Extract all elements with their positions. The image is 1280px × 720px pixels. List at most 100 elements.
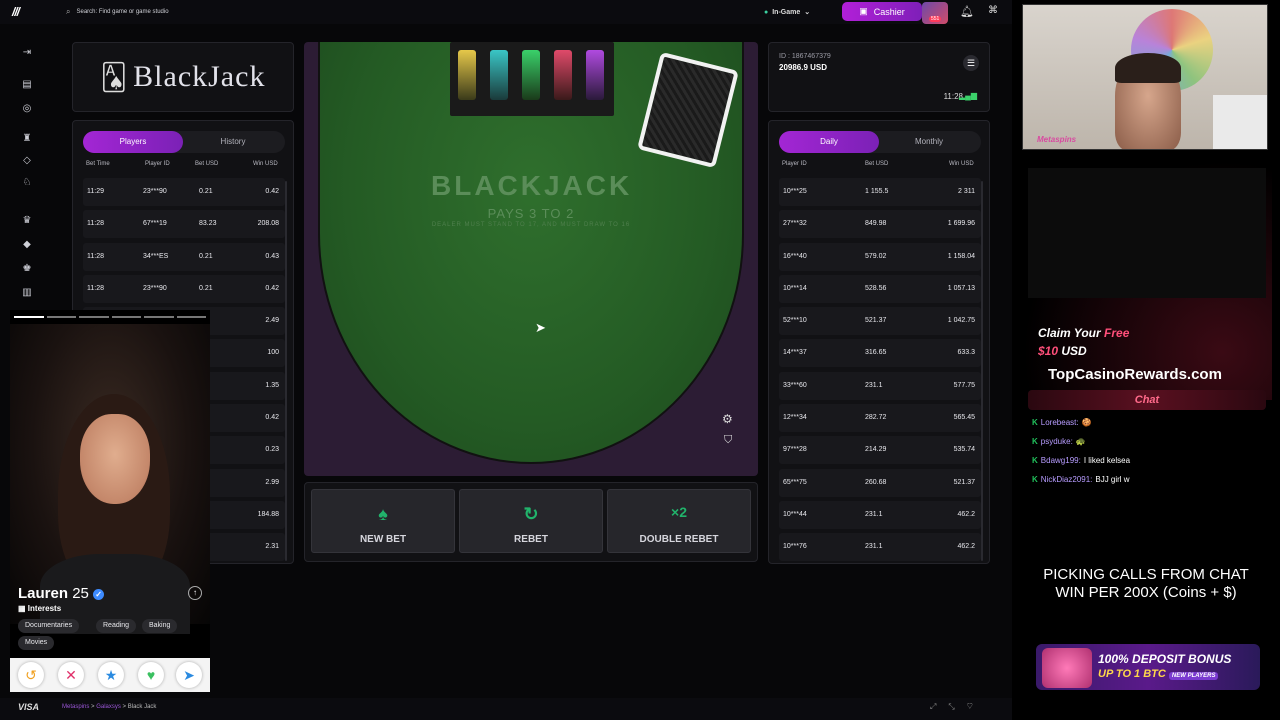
table-row[interactable]: 12***34 282.72 565.45	[779, 404, 981, 433]
cell-player-id: 10***14	[783, 284, 807, 292]
cell-bet-time: 11:29	[87, 188, 104, 195]
table-row[interactable]: 27***32 849.98 1 699.96	[779, 210, 981, 239]
table-header: Player ID Bet USD Win USD	[779, 161, 981, 171]
visa-logo: VISA	[18, 702, 40, 712]
table-row[interactable]: 16***40 579.02 1 158.04	[779, 242, 981, 271]
profile-name: Lauren 25 ✓	[18, 585, 105, 602]
promo-site: TopCasinoRewards.com	[1048, 366, 1222, 383]
cell-player-id: 12***34	[783, 414, 807, 422]
stats-icon[interactable]: ▥	[20, 286, 34, 300]
shield-icon[interactable]: ⛉	[724, 434, 732, 447]
leaderboard-rows: 10***25 1 155.5 2 311 27***32 849.98 1 699.96…	[779, 178, 981, 566]
cell-win-usd: 462.2	[957, 543, 975, 551]
rewind-icon[interactable]: ↺	[18, 662, 44, 688]
footer-icons[interactable]: ⤢⤡♡	[930, 702, 985, 712]
tab-players[interactable]: Players	[83, 131, 183, 153]
sidebar: ⇥ ▤ ◎ ♜ ◇ ♘ ♛ ◆ ♚ ▥	[14, 40, 40, 310]
callout-line-1: PICKING CALLS FROM CHAT	[1043, 566, 1249, 583]
gift-icon[interactable]: ⌘	[988, 5, 998, 16]
breadcrumb-item[interactable]: Galaxsys	[96, 704, 121, 710]
table-row[interactable]: 33***60 231.1 577.75	[779, 371, 981, 400]
superlike-icon[interactable]: ★	[98, 662, 124, 688]
cell-win-usd: 1.35	[265, 381, 279, 389]
expand-up-icon[interactable]: ↑	[188, 586, 202, 600]
players-tabs: Players History	[83, 131, 285, 153]
table-row[interactable]: 97***28 214.29 535.74	[779, 436, 981, 465]
table-row[interactable]: 10***25 1 155.5 2 311	[779, 178, 981, 206]
kick-icon: K	[1032, 475, 1038, 484]
casino-icon[interactable]: ▤	[20, 78, 34, 92]
site-logo[interactable]: ///	[12, 5, 40, 19]
tab-monthly[interactable]: Monthly	[879, 131, 979, 153]
promo-amount: $10	[1038, 344, 1059, 358]
table-row[interactable]: 10***14 528.56 1 057.13	[779, 274, 981, 303]
scrollbar[interactable]	[285, 181, 287, 561]
table-row[interactable]: 11:28 34***ES 0.21 0.43	[83, 242, 285, 271]
chip-stack	[522, 50, 540, 100]
stream-callout: PICKING CALLS FROM CHAT WIN PER 200X (Co…	[1020, 566, 1272, 602]
tab-daily[interactable]: Daily	[779, 131, 879, 153]
live-icon[interactable]: ◇	[20, 154, 34, 168]
period-tabs: Daily Monthly	[779, 131, 981, 153]
cell-win-usd: 1 057.13	[947, 284, 975, 292]
cell-player-id: 33***60	[783, 381, 807, 389]
promo-icon[interactable]: ◆	[20, 238, 34, 252]
cell-win-usd: 1 699.96	[947, 220, 975, 228]
webcam-feed: Metaspins	[1022, 4, 1268, 150]
rebet-icon: ↻	[523, 504, 539, 524]
like-icon[interactable]: ♥	[138, 662, 164, 688]
swipe-actions: ↺ ✕ ★ ♥ ➤	[10, 658, 210, 692]
breadcrumb-item[interactable]: Metaspins	[62, 704, 89, 710]
cell-win-usd: 521.37	[953, 478, 975, 486]
table-row[interactable]: 65***75 260.68 521.37	[779, 468, 981, 497]
bell-icon[interactable]: 🔔︎	[960, 5, 974, 18]
blackjack-table: BLACKJACK PAYS 3 TO 2 DEALER MUST STAND …	[304, 42, 758, 476]
leaderboard-panel: Daily Monthly Player ID Bet USD Win USD …	[768, 120, 990, 564]
table-row[interactable]: 52***10 521.37 1 042.75	[779, 307, 981, 336]
table-row[interactable]: 11:28 67***19 83.23 208.08	[83, 210, 285, 239]
cell-win-usd: 0.42	[265, 188, 279, 195]
cashier-label: Cashier	[873, 6, 905, 17]
cell-win-usd: 565.45	[953, 414, 975, 422]
trophy-icon[interactable]: ♛	[20, 214, 34, 228]
chip-stack	[586, 50, 604, 100]
chat-text: BJJ girl w	[1095, 475, 1130, 484]
rebet-button[interactable]: ↻ REBET	[459, 489, 603, 553]
gear-icon[interactable]: ⚙	[722, 412, 733, 426]
cell-bet-usd: 579.02	[865, 252, 887, 260]
tab-history[interactable]: History	[183, 131, 283, 153]
games-icon[interactable]: ♘	[20, 176, 34, 190]
scrollbar[interactable]	[981, 181, 983, 561]
table-row[interactable]: 10***44 231.1 462.2	[779, 500, 981, 529]
double-rebet-button[interactable]: ×2 DOUBLE REBET	[607, 489, 751, 553]
chat-message: Kpsyduke: 🐢	[1032, 437, 1086, 446]
new-bet-button[interactable]: ♠ NEW BET	[311, 489, 455, 553]
send-icon[interactable]: ➤	[176, 662, 202, 688]
in-game-dropdown[interactable]: ● In-Game ⌄	[764, 4, 810, 20]
vip-icon[interactable]: ♚	[20, 262, 34, 276]
sports-icon[interactable]: ◎	[20, 102, 34, 116]
search-input[interactable]: ⌕ Search: Find game or game studio	[58, 3, 208, 21]
table-row[interactable]: 10***76 231.1 462.2	[779, 533, 981, 562]
background-shelf	[1213, 95, 1267, 149]
new-bet-label: NEW BET	[359, 534, 407, 545]
streamer-hair	[1115, 53, 1181, 83]
cell-player-id: 65***75	[783, 478, 807, 486]
globe-icon: ●	[764, 8, 769, 16]
table-row[interactable]: 14***37 316.65 633.3	[779, 339, 981, 368]
user-avatar[interactable]: 551	[922, 2, 948, 24]
cell-bet-usd: 0.21	[199, 284, 213, 292]
felt-title: BLACKJACK	[431, 170, 633, 201]
profile-photo[interactable]	[10, 324, 210, 634]
table-row[interactable]: 11:28 23***90 0.21 0.42	[83, 274, 285, 303]
table-row[interactable]: 11:29 23***90 0.21 0.42	[83, 178, 285, 206]
interests-icon: ▦	[18, 604, 26, 613]
slots-icon[interactable]: ♜	[20, 132, 34, 146]
expand-icon[interactable]: ⇥	[20, 46, 34, 60]
cell-win-usd: 2 311	[958, 188, 975, 195]
game-logo: 🂡 BlackJack	[72, 42, 294, 112]
interests-heading: ▦ Interests	[18, 604, 61, 613]
nope-icon[interactable]: ✕	[58, 662, 84, 688]
menu-icon[interactable]: ☰	[963, 55, 979, 71]
cashier-button[interactable]: ▣ Cashier	[842, 2, 922, 21]
